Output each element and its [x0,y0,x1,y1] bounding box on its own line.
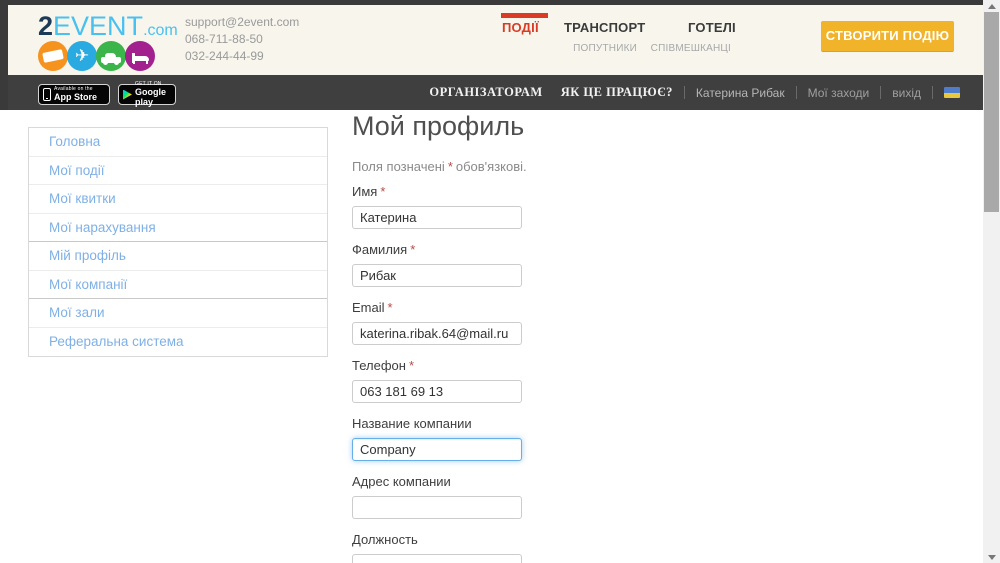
sidebar-item-my-companies[interactable]: Мої компанії [29,271,327,300]
required-asterisk: * [448,159,453,174]
user-name-link[interactable]: Катерина Рибак [696,86,785,100]
vertical-scrollbar[interactable] [983,0,1000,563]
phone-number-2: 032-244-44-99 [185,48,299,65]
company-name-label: Название компании [352,416,522,431]
phone-icon [43,88,51,101]
sidebar-item-my-halls[interactable]: Мої зали [29,299,327,328]
required-asterisk: * [410,242,415,257]
contact-info: support@2event.com 068-711-88-50 032-244… [185,14,299,65]
sidebar-item-home[interactable]: Головна [29,128,327,157]
sidebar-item-referral-system[interactable]: Реферальна система [29,328,327,357]
last-name-input[interactable] [352,264,522,287]
logo-word: EVENT [53,11,143,41]
separator [796,86,797,99]
field-position: Должность [352,532,522,563]
google-play-badge[interactable]: GET IT ON Google play [118,84,176,105]
car-icon[interactable] [96,41,126,71]
user-nav: ОРГАНІЗАТОРАМ ЯК ЦЕ ПРАЦЮЄ? Катерина Риб… [429,75,960,110]
separator [684,86,685,99]
field-first-name: Имя* [352,184,522,229]
nav-events[interactable]: ПОДІЇ [502,20,539,35]
airplane-icon[interactable]: ✈ [67,41,97,71]
phone-number-1: 068-711-88-50 [185,31,299,48]
field-email: Email* [352,300,522,345]
app-store-badge[interactable]: Available on the App Store [38,84,110,105]
first-name-input[interactable] [352,206,522,229]
position-label: Должность [352,532,522,547]
field-company-name: Название компании [352,416,522,461]
company-name-input[interactable] [352,438,522,461]
account-sidebar: Головна Мої події Мої квитки Мої нарахув… [28,127,328,357]
required-fields-note: Поля позначені*обов'язкові. [352,159,527,174]
link-my-events[interactable]: Мої заходи [808,86,870,100]
field-phone: Телефон* [352,358,522,403]
site-header: 2EVENT.com EVENT ✈ support@2event.com 06… [8,5,983,75]
nav-hotels[interactable]: ГОТЕЛІ [688,20,736,35]
support-email[interactable]: support@2event.com [185,14,299,31]
active-tab-indicator [501,13,548,18]
position-input[interactable] [352,554,522,563]
scrollbar-up-arrow[interactable] [983,0,1000,12]
email-input[interactable] [352,322,522,345]
window-frame-top [0,0,983,5]
event-ticket-icon[interactable]: EVENT [38,41,68,71]
link-how-it-works[interactable]: ЯК ЦЕ ПРАЦЮЄ? [561,85,673,100]
required-asterisk: * [380,184,385,199]
required-asterisk: * [388,300,393,315]
phone-label: Телефон* [352,358,522,373]
page-title: Мой профиль [352,111,524,142]
window-frame-left [0,0,8,110]
sidebar-item-my-events[interactable]: Мої події [29,157,327,186]
logout-link[interactable]: вихід [892,86,921,100]
scrollbar-thumb[interactable] [984,12,999,212]
field-company-address: Адрес компании [352,474,522,519]
company-address-input[interactable] [352,496,522,519]
required-asterisk: * [409,358,414,373]
logo-tld: .com [143,22,178,39]
nav-fellow-travelers[interactable]: ПОПУТНИКИ [573,43,637,54]
play-triangle-icon [123,90,132,100]
secondary-bar: Available on the App Store GET IT ON Goo… [0,75,983,110]
nav-roommates[interactable]: СПІВМЕШКАНЦІ [651,43,731,54]
logo-digit: 2 [38,11,53,41]
separator [932,86,933,99]
link-organizers[interactable]: ОРГАНІЗАТОРАМ [429,85,542,100]
sidebar-item-my-profile[interactable]: Мій профіль [29,242,327,271]
bed-icon[interactable] [125,41,155,71]
field-last-name: Фамилия* [352,242,522,287]
company-address-label: Адрес компании [352,474,522,489]
last-name-label: Фамилия* [352,242,522,257]
scrollbar-down-arrow[interactable] [983,551,1000,563]
separator [880,86,881,99]
create-event-button[interactable]: СТВОРИТИ ПОДІЮ [821,21,954,52]
sidebar-item-my-tickets[interactable]: Мої квитки [29,185,327,214]
first-name-label: Имя* [352,184,522,199]
nav-transport[interactable]: ТРАНСПОРТ [564,20,645,35]
sidebar-item-my-accruals[interactable]: Мої нарахування [29,214,327,243]
email-label: Email* [352,300,522,315]
ukraine-flag-icon[interactable] [944,87,960,98]
phone-input[interactable] [352,380,522,403]
